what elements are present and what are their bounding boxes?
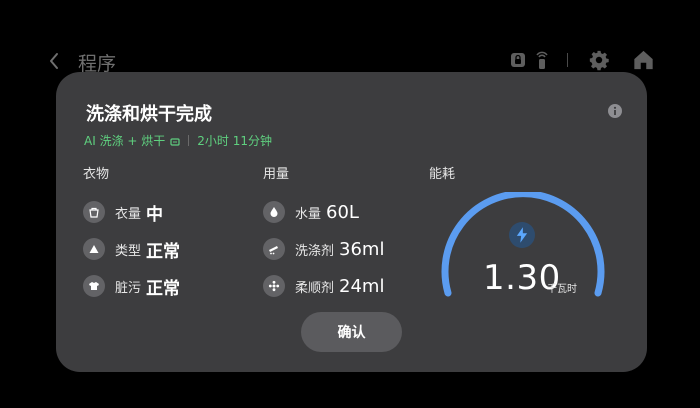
header-divider [567, 53, 568, 67]
clothes-soil-row: 脏污 正常 [83, 274, 181, 299]
softener-label: 柔顺剂 [295, 280, 335, 296]
back-icon[interactable] [44, 48, 66, 74]
app-header: 程序 [0, 0, 700, 80]
dialog-title: 洗涤和烘干完成 [86, 104, 212, 125]
clothes-type-row: 类型 正常 [83, 237, 181, 262]
program-name: AI 洗涤 + 烘干 [84, 134, 166, 148]
type-value: 正常 [146, 241, 181, 262]
usage-water-row: 水量 60L [263, 200, 359, 224]
detergent-icon [263, 238, 285, 260]
home-icon[interactable] [632, 49, 655, 75]
soil-icon [83, 275, 105, 297]
softener-icon [263, 275, 285, 297]
clothes-load-row: 衣量 中 [83, 200, 164, 225]
info-icon[interactable] [607, 103, 623, 119]
lock-icon[interactable] [510, 52, 526, 72]
water-label: 水量 [295, 206, 322, 222]
program-detail-icon [170, 136, 180, 146]
clothes-heading: 衣物 [83, 167, 110, 182]
load-icon [83, 201, 105, 223]
load-label: 衣量 [115, 206, 142, 222]
soil-value: 正常 [146, 278, 181, 299]
load-value: 中 [146, 204, 164, 225]
softener-value: 24ml [339, 275, 385, 297]
energy-heading: 能耗 [429, 167, 456, 182]
soil-label: 脏污 [115, 280, 142, 296]
energy-unit: 千瓦时 [547, 284, 577, 295]
confirm-button[interactable]: 确认 [301, 312, 402, 352]
remote-icon[interactable] [535, 50, 549, 74]
lightning-icon [509, 222, 535, 248]
usage-softener-row: 柔顺剂 24ml [263, 274, 384, 298]
type-label: 类型 [115, 243, 142, 259]
subtitle-divider [188, 135, 190, 146]
water-drop-icon [263, 201, 285, 223]
program-duration: 2小时 11分钟 [197, 134, 272, 148]
fabric-icon [83, 238, 105, 260]
detergent-label: 洗涤剂 [295, 243, 335, 259]
water-value: 60L [326, 201, 359, 223]
program-summary: AI 洗涤 + 烘干 2小时 11分钟 [84, 132, 272, 149]
result-dialog: 洗涤和烘干完成 AI 洗涤 + 烘干 2小时 11分钟 衣物 用量 能耗 衣量 … [56, 72, 647, 372]
usage-detergent-row: 洗涤剂 36ml [263, 237, 384, 261]
usage-heading: 用量 [263, 167, 290, 182]
detergent-value: 36ml [339, 238, 385, 260]
